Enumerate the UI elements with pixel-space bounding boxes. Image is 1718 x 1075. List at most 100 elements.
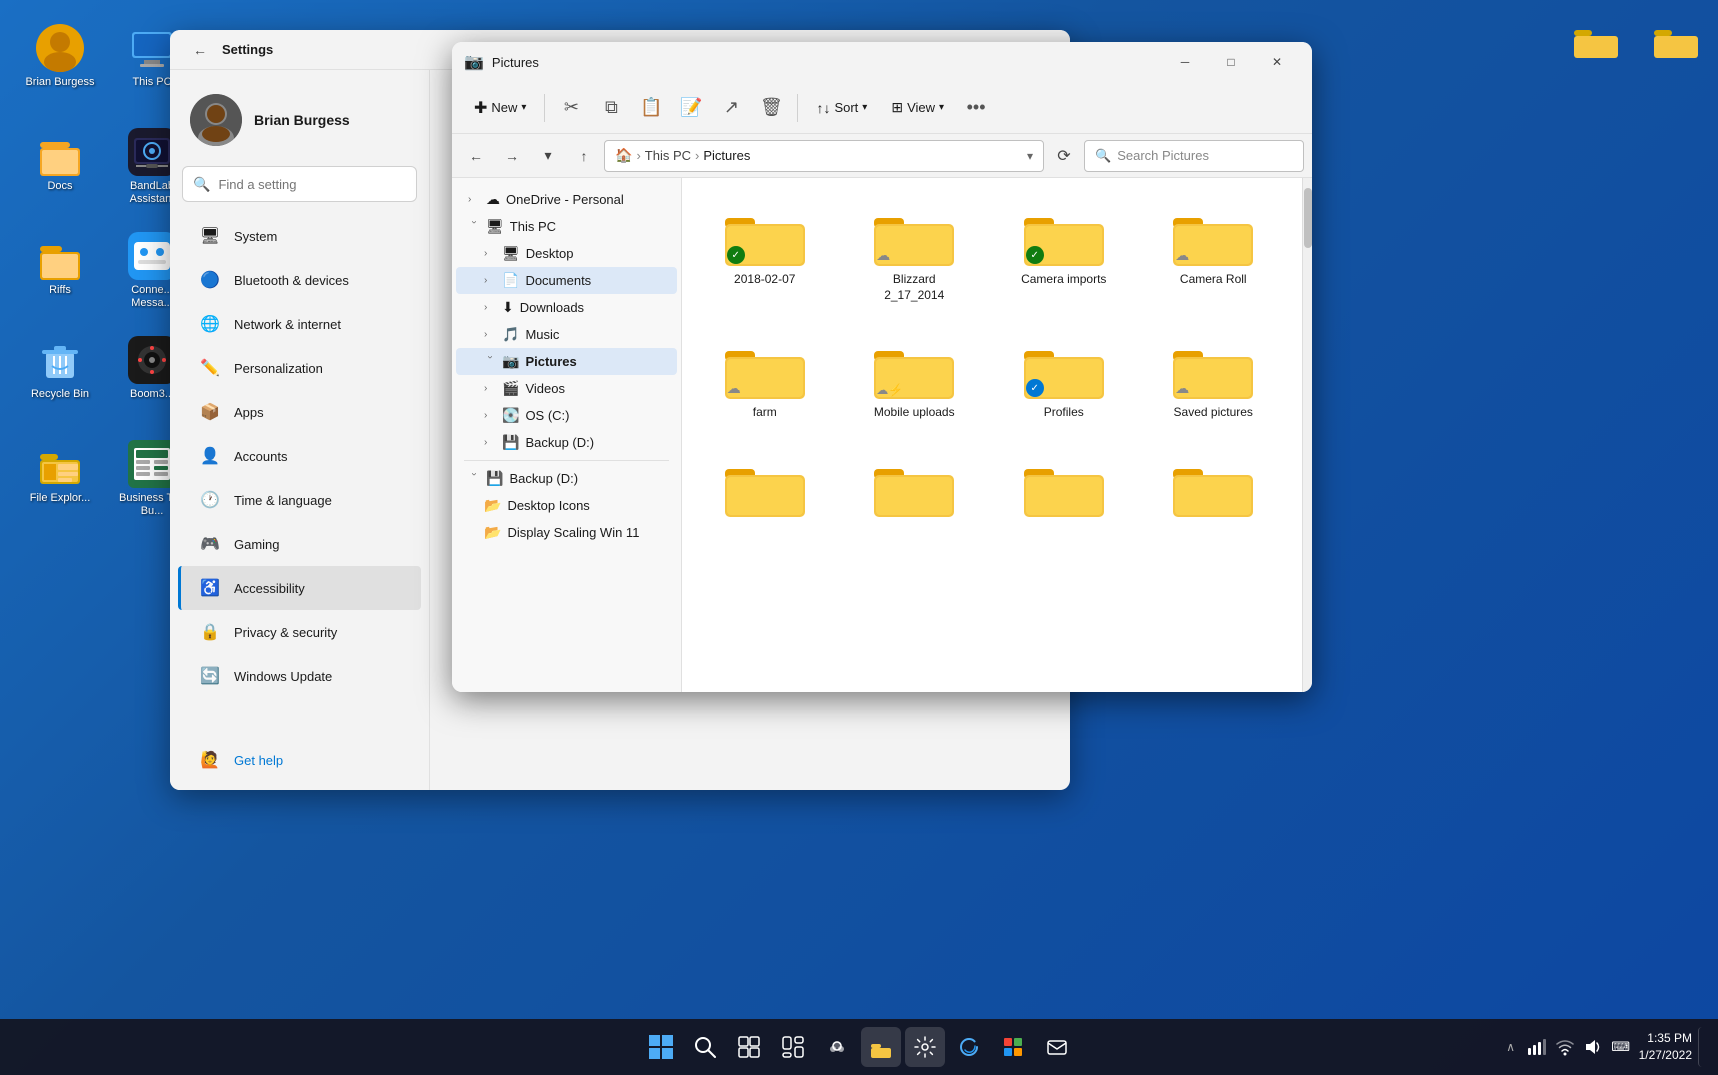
sidebar-item-privacy[interactable]: 🔒 Privacy & security bbox=[178, 610, 421, 654]
desktop-icon-folder-right2[interactable] bbox=[1636, 10, 1716, 66]
fe-folder-extra1[interactable] bbox=[694, 441, 836, 535]
taskbar-clock[interactable]: 1:35 PM 1/27/2022 bbox=[1639, 1030, 1692, 1064]
sidebar-item-bluetooth[interactable]: 🔵 Bluetooth & devices bbox=[178, 258, 421, 302]
fe-sidebar-desktopicons[interactable]: 📂 Desktop Icons bbox=[456, 492, 677, 519]
taskbar-volume-icon[interactable] bbox=[1581, 1035, 1605, 1059]
settings-back-button[interactable]: ← bbox=[186, 36, 214, 64]
fe-sidebar-backupd[interactable]: › 💾 Backup (D:) bbox=[456, 465, 677, 492]
fe-sort-label: Sort bbox=[834, 100, 858, 115]
sidebar-item-gaming[interactable]: 🎮 Gaming bbox=[178, 522, 421, 566]
sidebar-item-accounts[interactable]: 👤 Accounts bbox=[178, 434, 421, 478]
gaming-icon: 🎮 bbox=[198, 532, 222, 556]
fe-sidebar-music[interactable]: › 🎵 Music bbox=[456, 321, 677, 348]
fe-sidebar-downloads[interactable]: › ⬇ Downloads bbox=[456, 294, 677, 321]
settings-search-box[interactable]: 🔍 bbox=[182, 166, 417, 202]
fe-folder-farm-name: farm bbox=[753, 405, 777, 421]
fe-more-button[interactable]: ••• bbox=[958, 90, 994, 126]
sidebar-item-windows-update[interactable]: 🔄 Windows Update bbox=[178, 654, 421, 698]
fe-folder-mobileuploads[interactable]: ☁⚡ Mobile uploads bbox=[844, 323, 986, 433]
fe-folder-extra4[interactable] bbox=[1143, 441, 1285, 535]
taskbar-fileexplorer-button[interactable] bbox=[861, 1027, 901, 1067]
fe-folder-blizzard[interactable]: ☁ Blizzard 2_17_2014 bbox=[844, 190, 986, 315]
taskbar-mail-button[interactable] bbox=[1037, 1027, 1077, 1067]
fe-minimize-button[interactable]: ─ bbox=[1162, 42, 1208, 82]
taskbar-edge-button[interactable] bbox=[949, 1027, 989, 1067]
fe-folder-farm[interactable]: ☁ farm bbox=[694, 323, 836, 433]
fe-recent-locations-button[interactable]: ▾ bbox=[532, 140, 564, 172]
fe-up-button[interactable]: ↑ bbox=[568, 140, 600, 172]
sidebar-item-time[interactable]: 🕐 Time & language bbox=[178, 478, 421, 522]
fe-sidebar-backupd-sub[interactable]: › 💾 Backup (D:) bbox=[456, 429, 677, 456]
fe-new-button[interactable]: ✚ New ▾ bbox=[464, 92, 536, 124]
settings-search-input[interactable] bbox=[218, 177, 406, 192]
taskbar-wifi-icon[interactable] bbox=[1553, 1035, 1577, 1059]
fe-sidebar-displayscaling[interactable]: 📂 Display Scaling Win 11 bbox=[456, 519, 677, 546]
fe-back-button[interactable]: ← bbox=[460, 140, 492, 172]
fe-folder-2018[interactable]: ✓ 2018-02-07 bbox=[694, 190, 836, 315]
fe-sidebar-pictures[interactable]: › 📷 Pictures bbox=[456, 348, 677, 375]
taskbar-taskview-button[interactable] bbox=[729, 1027, 769, 1067]
fe-sidebar-desktop[interactable]: › 🖥 Desktop bbox=[456, 240, 677, 267]
fe-downloads-icon: ⬇ bbox=[502, 299, 514, 316]
fe-folder-cameraroll[interactable]: ☁ Camera Roll bbox=[1143, 190, 1285, 315]
fe-view-button[interactable]: ⊞ View ▾ bbox=[881, 93, 954, 122]
fe-folder-extra3[interactable] bbox=[993, 441, 1135, 535]
fe-folder-savedpictures[interactable]: ☁ Saved pictures bbox=[1143, 323, 1285, 433]
fe-rename-button[interactable]: 📝 bbox=[673, 90, 709, 126]
taskbar-keyboard-icon[interactable]: ⌨ bbox=[1609, 1035, 1633, 1059]
fe-delete-button[interactable]: 🗑 bbox=[753, 90, 789, 126]
fe-sort-chevron: ▾ bbox=[862, 102, 867, 113]
sidebar-item-personalization[interactable]: ✏️ Personalization bbox=[178, 346, 421, 390]
desktop-icon-brian[interactable]: Brian Burgess bbox=[20, 20, 100, 120]
fe-sidebar-music-label: Music bbox=[525, 327, 559, 342]
fe-paste-button[interactable]: 📋 bbox=[633, 90, 669, 126]
sidebar-item-network[interactable]: 🌐 Network & internet bbox=[178, 302, 421, 346]
fe-search-box[interactable]: 🔍 Search Pictures bbox=[1084, 140, 1304, 172]
fe-forward-button[interactable]: → bbox=[496, 140, 528, 172]
fe-content: ✓ 2018-02-07 ☁ bbox=[682, 178, 1312, 692]
thispc-icon bbox=[128, 24, 176, 72]
fe-maximize-button[interactable]: □ bbox=[1208, 42, 1254, 82]
taskbar-search-button[interactable] bbox=[685, 1027, 725, 1067]
desktop-icon-docs[interactable]: Docs bbox=[20, 124, 100, 224]
desktop-icon-fileexplorer[interactable]: File Explor... bbox=[20, 436, 100, 522]
fe-sidebar-onedrive[interactable]: › ☁ OneDrive - Personal bbox=[456, 186, 677, 213]
fe-scrollbar[interactable] bbox=[1302, 178, 1312, 692]
fe-refresh-button[interactable]: ⟳ bbox=[1048, 140, 1080, 172]
desktop-icon-recyclebin[interactable]: Recycle Bin bbox=[20, 332, 100, 432]
fe-sidebar-videos[interactable]: › 🎬 Videos bbox=[456, 375, 677, 402]
sidebar-item-system[interactable]: 🖥 System bbox=[178, 214, 421, 258]
fe-sidebar-documents[interactable]: › 📄 Documents bbox=[456, 267, 677, 294]
fe-share-button[interactable]: ↗ bbox=[713, 90, 749, 126]
fe-folder-cameraimports[interactable]: ✓ Camera imports bbox=[993, 190, 1135, 315]
give-feedback-link[interactable]: 📝 Give feedback bbox=[178, 782, 421, 790]
taskbar-show-desktop-button[interactable] bbox=[1698, 1027, 1706, 1067]
taskbar-network-icon[interactable] bbox=[1525, 1035, 1549, 1059]
taskbar-chevron-button[interactable]: ∧ bbox=[1501, 1037, 1521, 1057]
taskbar-store-button[interactable] bbox=[993, 1027, 1033, 1067]
desktop-icon-folder-right1[interactable] bbox=[1556, 10, 1636, 66]
fe-sort-button[interactable]: ↑↓ Sort ▾ bbox=[806, 94, 877, 122]
get-help-link[interactable]: 🙋 Get help bbox=[178, 738, 421, 782]
fe-cut-button[interactable]: ✂ bbox=[553, 90, 589, 126]
fe-folder-profiles[interactable]: ✓ Profiles bbox=[993, 323, 1135, 433]
get-help-icon: 🙋 bbox=[198, 748, 222, 772]
fe-scrollbar-thumb[interactable] bbox=[1304, 188, 1312, 248]
fe-address-sep1: › bbox=[636, 148, 640, 163]
fe-sidebar-thispc[interactable]: › 🖥 This PC bbox=[456, 213, 677, 240]
brian-label: Brian Burgess bbox=[25, 76, 94, 89]
sidebar-item-apps[interactable]: 📦 Apps bbox=[178, 390, 421, 434]
taskbar-widgets-button[interactable] bbox=[773, 1027, 813, 1067]
settings-user-section[interactable]: Brian Burgess bbox=[170, 82, 429, 166]
desktop-icon-riffs[interactable]: Riffs bbox=[20, 228, 100, 328]
fe-copy-button[interactable]: ⧉ bbox=[593, 90, 629, 126]
fe-address-box[interactable]: 🏠 › This PC › Pictures ▾ bbox=[604, 140, 1044, 172]
fe-folder-cameraimports-name: Camera imports bbox=[1021, 272, 1106, 288]
taskbar-settings-button[interactable] bbox=[905, 1027, 945, 1067]
fe-sidebar-osc[interactable]: › 💽 OS (C:) bbox=[456, 402, 677, 429]
taskbar-chat-button[interactable] bbox=[817, 1027, 857, 1067]
taskbar-start-button[interactable] bbox=[641, 1027, 681, 1067]
fe-close-button[interactable]: ✕ bbox=[1254, 42, 1300, 82]
sidebar-item-accessibility[interactable]: ♿ Accessibility bbox=[178, 566, 421, 610]
fe-folder-extra2[interactable] bbox=[844, 441, 986, 535]
